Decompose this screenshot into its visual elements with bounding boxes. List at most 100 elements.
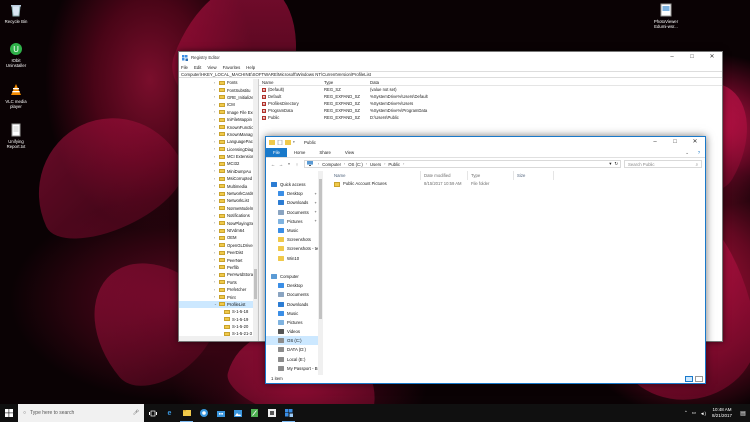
nav-pane-item[interactable]: Screenshots - ten <box>266 244 323 253</box>
expand-arrow-icon[interactable]: › <box>214 184 218 188</box>
file-explorer-taskbar-icon[interactable] <box>178 404 195 422</box>
registry-tree-item[interactable]: › GRE_Initialize <box>179 94 258 101</box>
registry-subkey-item[interactable]: S-1-5-18 <box>179 308 258 315</box>
expand-arrow-icon[interactable]: › <box>214 229 218 233</box>
maximize-button[interactable]: □ <box>682 52 702 63</box>
taskbar-search-box[interactable]: ○ Type here to search 🎤︎ <box>18 404 144 422</box>
registry-tree-item[interactable]: › KnownFunctio <box>179 123 258 130</box>
expand-arrow-icon[interactable]: › <box>214 169 218 173</box>
breadcrumb-computer[interactable]: Computer <box>322 162 341 167</box>
close-button[interactable]: ✕ <box>685 137 705 148</box>
menu-favorites[interactable]: Favorites <box>223 65 241 70</box>
search-box[interactable]: Search Public ⌕ <box>624 160 702 168</box>
column-name[interactable]: Name <box>331 171 421 180</box>
registry-editor-taskbar-icon[interactable] <box>280 404 297 422</box>
expand-arrow-icon[interactable]: › <box>214 125 218 129</box>
menu-view[interactable]: View <box>207 65 216 70</box>
nav-pane-item[interactable]: Pictures ✦ <box>266 217 323 226</box>
column-data[interactable]: Data <box>367 79 722 85</box>
refresh-icon[interactable]: ↻ <box>614 161 618 167</box>
tree-horizontal-scrollbar[interactable] <box>179 336 254 341</box>
expand-arrow-icon[interactable]: › <box>214 103 218 107</box>
breadcrumb-users[interactable]: Users <box>370 162 381 167</box>
photos-icon[interactable] <box>229 404 246 422</box>
registry-tree-item[interactable]: › MCI32 <box>179 160 258 167</box>
registry-tree-item[interactable]: › Notifications <box>179 212 258 219</box>
column-date-modified[interactable]: Date modified <box>421 171 468 180</box>
column-name[interactable]: Name <box>259 79 321 85</box>
expand-arrow-icon[interactable]: › <box>214 118 218 122</box>
registry-tree-item[interactable]: › ICM <box>179 101 258 108</box>
expand-arrow-icon[interactable]: › <box>214 95 218 99</box>
start-button[interactable] <box>0 404 18 422</box>
file-explorer-window[interactable]: ▾ Public – □ ✕ File Home Share View ⌄ ? … <box>265 136 706 384</box>
registry-tree-item[interactable]: › NetworkList <box>179 197 258 204</box>
minimize-button[interactable]: – <box>645 137 665 148</box>
pin-icon[interactable]: ✦ <box>314 201 317 205</box>
address-dropdown-icon[interactable]: ▾ <box>609 161 611 167</box>
expand-arrow-icon[interactable]: › <box>214 162 218 166</box>
expand-arrow-icon[interactable]: › <box>214 243 218 247</box>
expand-ribbon-icon[interactable]: ⌄ <box>681 148 693 157</box>
expand-arrow-icon[interactable]: › <box>214 258 218 262</box>
column-type[interactable]: Type <box>321 79 367 85</box>
nav-pane-item[interactable]: Quick access <box>266 180 323 189</box>
nav-pane-item[interactable]: Documents ✦ <box>266 208 323 217</box>
menu-file[interactable]: File <box>181 65 188 70</box>
expand-arrow-icon[interactable]: › <box>214 236 218 240</box>
expand-arrow-icon[interactable]: › <box>214 147 218 151</box>
desktop-icon-photoviewer[interactable]: PhotoViewer Edumi-wsr... <box>651 3 681 29</box>
registry-tree-item[interactable]: › Perflib <box>179 264 258 271</box>
nav-pane-item[interactable]: Screenshots <box>266 235 323 244</box>
registry-tree-item[interactable]: › Fonts <box>179 79 258 86</box>
task-view-button[interactable] <box>144 404 161 422</box>
nav-pane-item[interactable]: Desktop <box>266 281 323 290</box>
minimize-button[interactable]: – <box>662 52 682 63</box>
nav-pane-item[interactable]: Downloads <box>266 299 323 308</box>
registry-value-row[interactable]: ab Public REG_EXPAND_SZ D:\Users\Public <box>259 114 722 121</box>
chevron-down-icon[interactable]: ▾ <box>293 140 299 145</box>
large-icons-view-button[interactable] <box>695 376 703 382</box>
scrollbar-thumb[interactable] <box>319 179 322 319</box>
recent-locations-icon[interactable]: ▾ <box>285 162 293 166</box>
registry-tree-item[interactable]: › OpenGLDriver <box>179 242 258 249</box>
nav-pane-item[interactable]: OS (C:) <box>266 336 323 346</box>
forward-button[interactable]: → <box>277 162 285 167</box>
volume-icon[interactable]: ◄) <box>700 411 706 416</box>
expand-arrow-icon[interactable]: › <box>214 140 218 144</box>
store-icon[interactable] <box>212 404 229 422</box>
desktop-icon-iobit-uninstaller[interactable]: U IObit Uninstaller <box>1 42 31 68</box>
nav-pane-item[interactable]: Desktop ✦ <box>266 189 323 198</box>
registry-subkey-item[interactable]: S-1-5-20 <box>179 323 258 330</box>
expand-arrow-icon[interactable]: ⌄ <box>214 302 218 306</box>
navigation-pane[interactable]: Quick access Desktop ✦ Downloads ✦ Documents ✦… <box>266 171 323 375</box>
registry-tree-item[interactable]: › PeerDist <box>179 249 258 256</box>
registry-value-row[interactable]: ab ProfilesDirectory REG_EXPAND_SZ %SystemD… <box>259 100 722 107</box>
expand-arrow-icon[interactable]: › <box>214 273 218 277</box>
explorer-titlebar[interactable]: ▾ Public – □ ✕ <box>266 137 705 148</box>
nav-pane-item[interactable]: Computer <box>266 272 323 281</box>
action-center-icon[interactable]: ▤ <box>738 410 748 417</box>
registry-tree-item[interactable]: › MiniDumpAu <box>179 168 258 175</box>
column-size[interactable]: Size <box>514 171 554 180</box>
registry-tree-item[interactable]: ⌄ ProfileList <box>179 300 258 309</box>
registry-tree-item[interactable]: › MCI Extension <box>179 153 258 160</box>
expand-arrow-icon[interactable]: › <box>214 132 218 136</box>
registry-tree-item[interactable]: › Ports <box>179 279 258 286</box>
desktop-icon-vlc[interactable]: VLC media player <box>1 83 31 109</box>
registry-value-row[interactable]: ab ProgramData REG_EXPAND_SZ %SystemDrive%\… <box>259 107 722 114</box>
registry-tree-item[interactable]: › PerHwIdStora <box>179 271 258 278</box>
registry-tree-item[interactable]: › NowPlayingSe <box>179 219 258 226</box>
expand-arrow-icon[interactable]: › <box>214 221 218 225</box>
registry-tree-item[interactable]: › FontSubstitu <box>179 86 258 93</box>
details-view-button[interactable] <box>685 376 693 382</box>
registry-tree-item[interactable]: › NetworkCards <box>179 190 258 197</box>
up-button[interactable]: ↑ <box>293 162 301 167</box>
tab-file[interactable]: File <box>266 148 287 157</box>
registry-tree-item[interactable]: › IniFileMappin <box>179 116 258 123</box>
properties-icon[interactable] <box>277 139 283 146</box>
expand-arrow-icon[interactable]: › <box>214 295 218 299</box>
tree-scrollbar[interactable] <box>253 79 258 341</box>
registry-tree-item[interactable]: › NoImeModelm <box>179 205 258 212</box>
microphone-icon[interactable]: 🎤︎ <box>133 410 139 416</box>
